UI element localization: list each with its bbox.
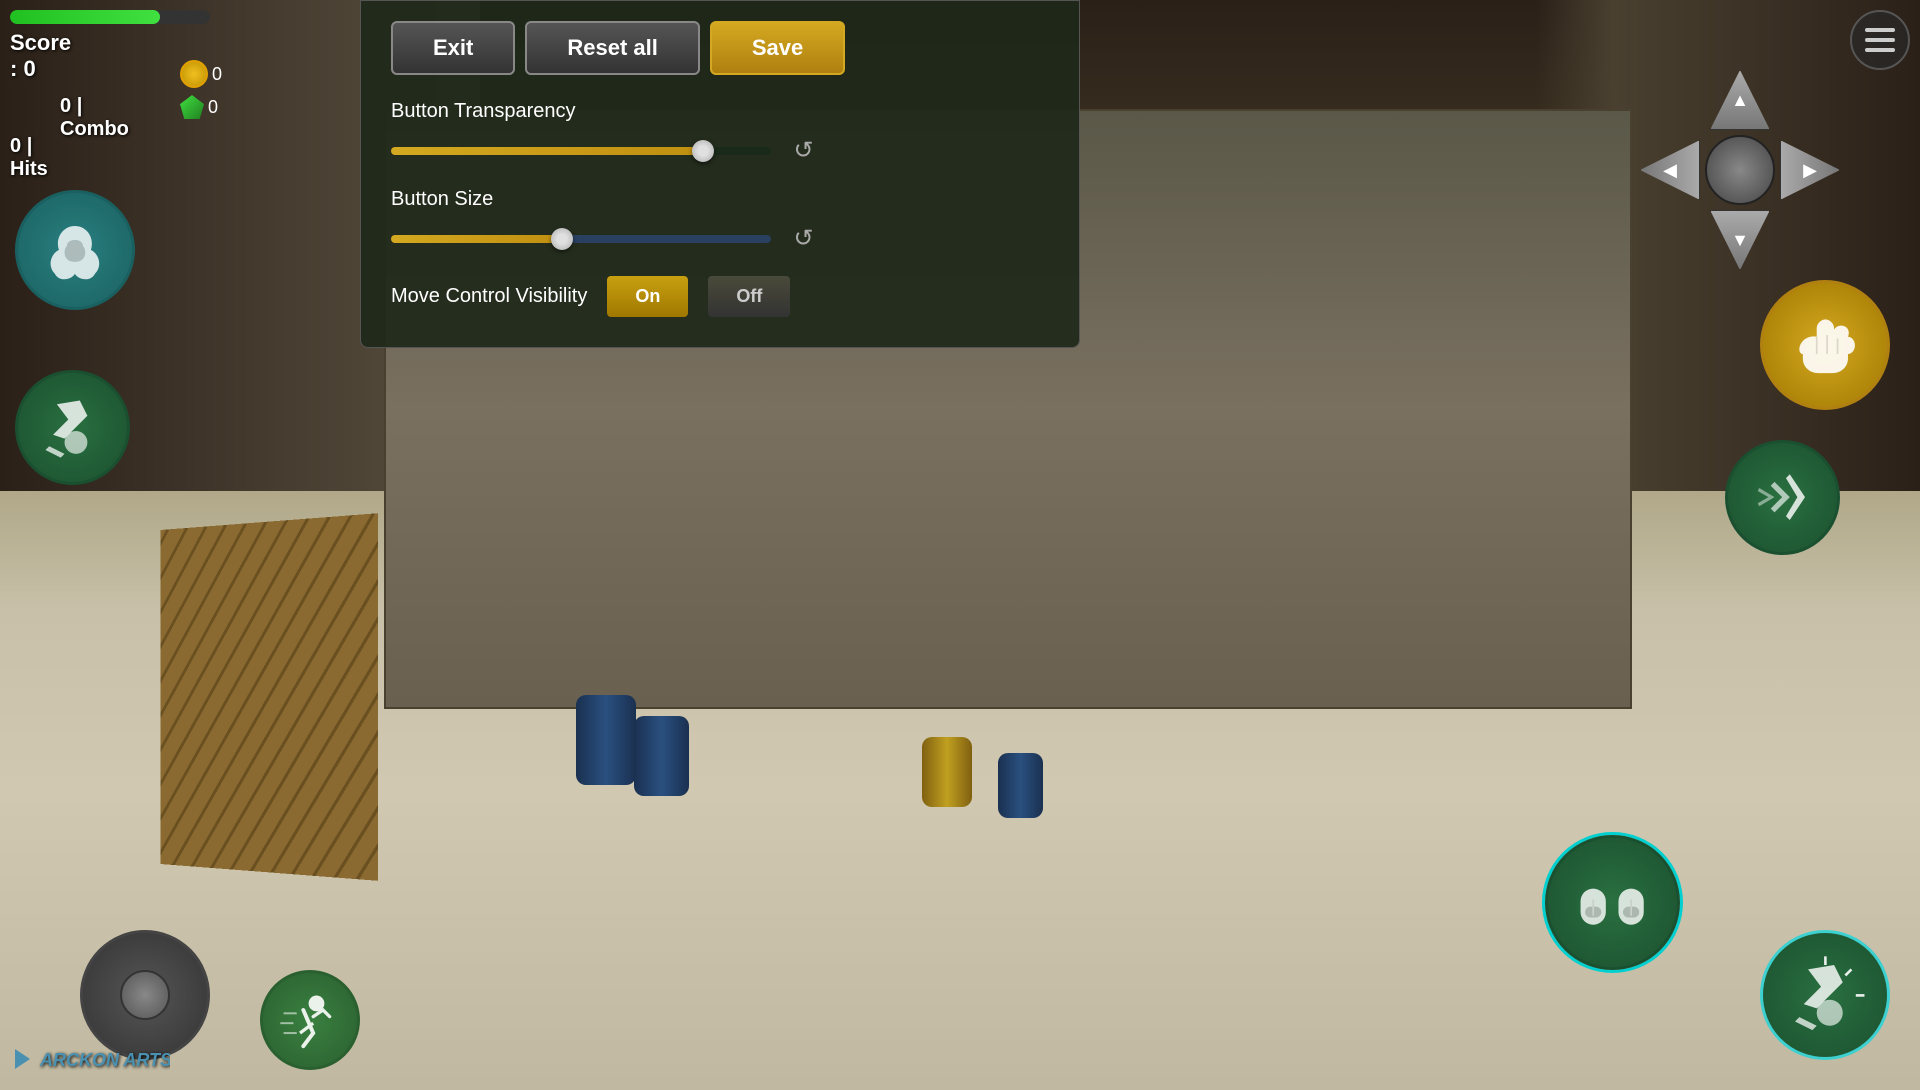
coins-value: 0	[212, 64, 222, 85]
visibility-setting: Move Control Visibility On Off	[391, 276, 1049, 317]
hits-display: 0 | Hits	[10, 135, 48, 181]
panel-buttons: Exit Reset all Save	[391, 21, 1049, 75]
health-bar-background	[10, 10, 210, 24]
coins-display: 0	[180, 60, 222, 88]
visibility-on-button[interactable]: On	[607, 276, 688, 317]
punch-gold-icon	[1782, 302, 1869, 389]
barrel-blue-1	[576, 695, 636, 785]
dpad-down-button[interactable]: ▼	[1710, 210, 1770, 270]
dpad-right-arrow: ▶	[1803, 160, 1817, 181]
logo: ARCKON ARTS	[10, 1044, 170, 1080]
combo-display: 0 | Combo	[60, 95, 129, 141]
combo-label: Combo	[60, 118, 129, 140]
settings-panel: Exit Reset all Save Button Transparency …	[360, 0, 1080, 348]
size-setting: Button Size ↺	[391, 188, 1049, 256]
run-icon	[277, 987, 343, 1053]
size-slider-track[interactable]	[391, 235, 771, 243]
transparency-setting: Button Transparency ↺	[391, 100, 1049, 168]
hits-label: Hits	[10, 158, 48, 180]
transparency-reset-icon[interactable]: ↺	[786, 133, 821, 168]
barrel-yellow	[922, 737, 972, 807]
muscle-icon	[35, 210, 115, 290]
hits-separator: |	[27, 135, 33, 157]
barrel-blue-3	[998, 753, 1043, 818]
gems-value: 0	[208, 97, 218, 118]
menu-button[interactable]	[1850, 10, 1910, 70]
transparency-slider-thumb[interactable]	[692, 140, 714, 162]
size-slider-thumb[interactable]	[551, 228, 573, 250]
size-label: Button Size	[391, 188, 1049, 211]
transparency-slider-fill	[391, 147, 703, 155]
visibility-off-button[interactable]: Off	[708, 276, 790, 317]
score-value: 0	[23, 56, 35, 81]
size-slider-container: ↺	[391, 221, 1049, 256]
dpad-up-button[interactable]: ▲	[1710, 70, 1770, 130]
dpad-left-arrow: ◀	[1663, 160, 1677, 181]
transparency-slider-container: ↺	[391, 133, 1049, 168]
joystick-inner	[120, 970, 170, 1020]
transparency-slider-track[interactable]	[391, 147, 771, 155]
health-bar-container	[10, 10, 210, 24]
coin-icon	[180, 60, 208, 88]
guard-icon	[1567, 857, 1657, 947]
combo-separator: |	[77, 95, 83, 117]
kick-button[interactable]	[15, 370, 130, 485]
dash-button[interactable]	[1725, 440, 1840, 555]
exit-button[interactable]: Exit	[391, 21, 515, 75]
score-label: Score :	[10, 30, 71, 81]
wood-pallet	[160, 513, 377, 881]
muscle-button[interactable]	[15, 190, 135, 310]
special-icon	[1782, 952, 1869, 1039]
dpad-left-button[interactable]: ◀	[1640, 140, 1700, 200]
menu-icon	[1865, 28, 1895, 52]
gem-icon	[180, 95, 204, 119]
size-reset-icon[interactable]: ↺	[786, 221, 821, 256]
kick-icon	[34, 389, 110, 465]
visibility-label: Move Control Visibility	[391, 285, 587, 308]
health-bar-fill	[10, 10, 160, 24]
dpad-down-arrow: ▼	[1731, 230, 1749, 251]
size-slider-fill	[391, 235, 562, 243]
combo-value: 0	[60, 95, 71, 117]
size-slider-remaining	[562, 235, 771, 243]
dash-icon	[1744, 459, 1820, 535]
save-button[interactable]: Save	[710, 21, 845, 75]
score-display: Score : 0	[10, 30, 71, 82]
logo-svg: ARCKON ARTS	[10, 1044, 170, 1074]
special-button[interactable]	[1760, 930, 1890, 1060]
svg-text:ARCKON ARTS: ARCKON ARTS	[39, 1050, 170, 1070]
barrel-blue-2	[634, 716, 689, 796]
joystick[interactable]	[80, 930, 210, 1060]
run-button[interactable]	[260, 970, 360, 1070]
transparency-label: Button Transparency	[391, 100, 1049, 123]
punch-gold-button[interactable]	[1760, 280, 1890, 410]
reset-button[interactable]: Reset all	[525, 21, 700, 75]
dpad: ▲ ▼ ◀ ▶	[1640, 70, 1840, 270]
dpad-center	[1705, 135, 1775, 205]
gems-display: 0	[180, 95, 218, 119]
dpad-up-arrow: ▲	[1731, 90, 1749, 111]
dpad-right-button[interactable]: ▶	[1780, 140, 1840, 200]
hits-value: 0	[10, 135, 21, 157]
guard-button[interactable]	[1545, 835, 1680, 970]
